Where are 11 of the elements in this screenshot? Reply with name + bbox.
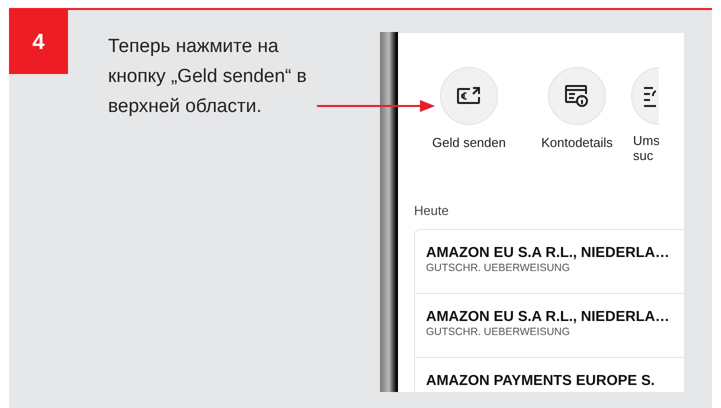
step-number: 4	[9, 8, 68, 74]
transaction-row[interactable]: AMAZON PAYMENTS EUROPE S.	[415, 358, 684, 392]
card-info-icon	[564, 84, 590, 108]
transaction-row[interactable]: AMAZON EU S.A R.L., NIEDERLA… GUTSCHR. UEBERWEISUNG	[415, 294, 684, 358]
list-search-icon	[644, 85, 656, 107]
quick-action[interactable]: Geld senden	[415, 67, 523, 163]
euro-send-icon	[456, 86, 482, 106]
step-instruction: Теперь нажмите на кнопку „Geld senden“ в верхней области.	[108, 35, 308, 119]
quick-action[interactable]: Kontodetails	[523, 67, 631, 163]
section-title: Heute	[414, 202, 450, 220]
transaction-row[interactable]: AMAZON EU S.A R.L., NIEDERLA… GUTSCHR. UEBERWEISUNG	[415, 230, 684, 294]
